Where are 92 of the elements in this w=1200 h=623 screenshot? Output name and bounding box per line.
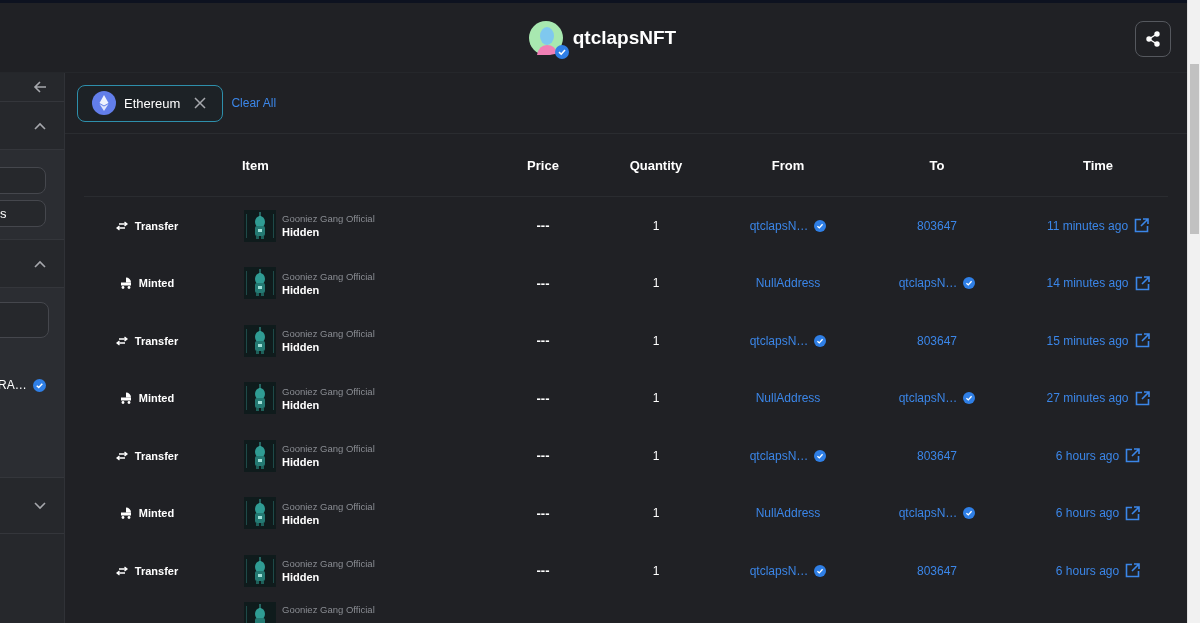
to-address-link[interactable]: 803647	[916, 218, 957, 233]
event-type: Minted	[138, 392, 175, 405]
collection-name[interactable]: Gooniez Gang Official	[282, 603, 375, 615]
from-address-link[interactable]: qtclapsN…	[749, 218, 809, 233]
quantity: 1	[652, 506, 660, 521]
from-address-link[interactable]: qtclapsN…	[749, 563, 809, 578]
price: ---	[536, 563, 550, 579]
to-address-link[interactable]: qtclapsN…	[898, 276, 958, 291]
collection-name[interactable]: Gooniez Gang Official	[282, 500, 375, 512]
chevron-up-icon[interactable]	[34, 259, 46, 268]
scrollbar[interactable]	[1187, 0, 1200, 623]
column-header: Price	[526, 157, 560, 173]
time-link[interactable]: 11 minutes ago	[1046, 218, 1129, 233]
stroller-icon	[119, 277, 132, 290]
event-type: Transfer	[134, 449, 179, 462]
quantity: 1	[652, 391, 660, 406]
event-type: Transfer	[134, 219, 179, 232]
to-address-link[interactable]: qtclapsN…	[898, 391, 958, 406]
event-type: Minted	[138, 507, 175, 520]
swap-arrows-icon	[115, 450, 128, 461]
to-address-link[interactable]: 803647	[916, 333, 957, 348]
external-link-icon[interactable]	[1134, 218, 1150, 234]
external-link-icon[interactable]	[1134, 275, 1150, 291]
item-name[interactable]: Hidden	[282, 341, 375, 354]
column-header: Time	[1081, 157, 1115, 173]
item-name[interactable]: Hidden	[282, 398, 375, 411]
chevron-up-icon[interactable]	[34, 121, 46, 130]
external-link-icon[interactable]	[1125, 563, 1141, 579]
close-icon[interactable]	[194, 97, 207, 109]
input-field[interactable]	[0, 302, 49, 338]
event-type: Minted	[138, 277, 175, 290]
price: ---	[536, 275, 550, 291]
item-name[interactable]: Hidden	[282, 456, 375, 469]
share-icon	[1145, 31, 1161, 47]
share-button[interactable]	[1135, 21, 1171, 57]
external-link-icon[interactable]	[1134, 333, 1150, 349]
price: ---	[536, 390, 550, 406]
chevron-down-icon[interactable]	[34, 501, 46, 510]
price: ---	[536, 333, 550, 349]
price: ---	[536, 505, 550, 521]
from-address-link[interactable]: qtclapsN…	[749, 448, 809, 463]
from-address-link[interactable]: NullAddress	[755, 506, 821, 521]
external-link-icon[interactable]	[1125, 505, 1141, 521]
collection-name[interactable]: Gooniez Gang Official	[282, 443, 375, 455]
to-address-link[interactable]: qtclapsN…	[898, 506, 958, 521]
external-link-icon[interactable]	[1125, 448, 1141, 464]
item-name[interactable]: Hidden	[282, 283, 375, 296]
to-address-link[interactable]: 803647	[916, 563, 957, 578]
stroller-icon	[119, 507, 132, 520]
quantity: 1	[652, 563, 660, 578]
input-field[interactable]: s	[0, 200, 46, 227]
from-address-link[interactable]: NullAddress	[755, 276, 821, 291]
column-header: Item	[241, 157, 270, 173]
item-name[interactable]: Hidden	[282, 513, 375, 526]
profile-name: qtclapsNFT	[572, 26, 677, 49]
time-link[interactable]: 27 minutes ago	[1046, 391, 1129, 406]
collection-name[interactable]: Gooniez Gang Official	[282, 558, 375, 570]
item-name[interactable]: Hidden	[282, 571, 375, 584]
avatar	[528, 20, 563, 55]
filter-chip[interactable]: Ethereum	[77, 84, 224, 122]
column-header: To	[928, 157, 946, 173]
event-type: Transfer	[134, 334, 179, 347]
external-link-icon[interactable]	[1134, 390, 1150, 406]
collection-name[interactable]: Gooniez Gang Official	[282, 213, 375, 225]
collection-name[interactable]: Gooniez Gang Official	[282, 270, 375, 282]
column-header: From	[770, 157, 806, 173]
price: ---	[536, 448, 550, 464]
time-link[interactable]: 14 minutes ago	[1046, 276, 1129, 291]
collection-name[interactable]: Gooniez Gang Official	[282, 328, 375, 340]
item-name[interactable]: Hidden	[282, 226, 375, 239]
quantity: 1	[652, 333, 660, 348]
stroller-icon	[119, 392, 132, 405]
clear-all-link[interactable]: Clear All	[231, 96, 277, 110]
quantity: 1	[652, 448, 660, 463]
time-link[interactable]: 6 hours ago	[1055, 448, 1120, 463]
collection-name[interactable]: Gooniez Gang Official	[282, 385, 375, 397]
time-link[interactable]: 15 minutes ago	[1046, 333, 1129, 348]
time-link[interactable]: 6 hours ago	[1055, 563, 1120, 578]
event-type: Transfer	[134, 564, 179, 577]
column-header: Quantity	[628, 157, 684, 173]
to-address-link[interactable]: 803647	[916, 448, 957, 463]
price: ---	[536, 218, 550, 234]
from-address-link[interactable]: NullAddress	[755, 391, 821, 406]
quantity: 1	[652, 218, 660, 233]
quantity: 1	[652, 276, 660, 291]
back-arrow-icon[interactable]	[33, 80, 47, 94]
swap-arrows-icon	[115, 335, 128, 346]
time-link[interactable]: 6 hours ago	[1055, 506, 1120, 521]
from-address-link[interactable]: qtclapsN…	[749, 333, 809, 348]
swap-arrows-icon	[115, 565, 128, 576]
ethereum-icon	[92, 91, 116, 115]
swap-arrows-icon	[115, 220, 128, 231]
